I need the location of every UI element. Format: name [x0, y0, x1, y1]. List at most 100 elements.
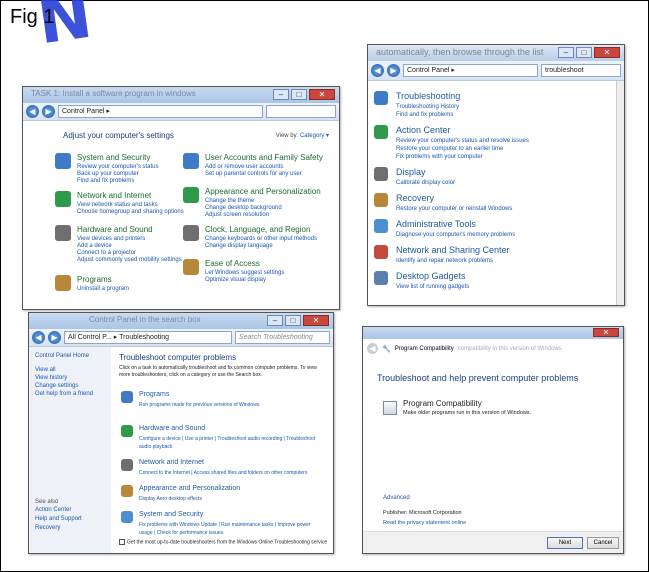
back-icon[interactable]: ◀ [371, 64, 384, 77]
result-link[interactable]: Fix problems with your computer [396, 153, 483, 161]
category-title[interactable]: System and Security [77, 153, 150, 162]
sidebar-item[interactable]: Control Panel Home [35, 353, 89, 359]
section-icon [121, 485, 133, 497]
category-title[interactable]: Appearance and Personalization [205, 187, 321, 196]
checkbox[interactable] [119, 539, 125, 545]
result-link[interactable]: Diagnose your computer's memory problems [396, 231, 515, 239]
category-link[interactable]: Set up parental controls for any user [205, 170, 302, 178]
section-icon [121, 425, 133, 437]
address-field[interactable]: All Control P... ▸ Troubleshooting [64, 331, 232, 344]
result-link[interactable]: Troubleshooting History [396, 103, 459, 111]
close-button[interactable]: ✕ [303, 315, 329, 326]
minimize-button[interactable]: – [267, 315, 283, 326]
category-link[interactable]: Choose homegroup and sharing options [77, 208, 184, 216]
see-also-item[interactable]: Action Center [35, 507, 71, 513]
section-title[interactable]: Programs [139, 391, 169, 398]
program-compatibility-icon [383, 401, 397, 415]
search-results-window: automatically, then browse through the l… [367, 44, 625, 306]
next-button[interactable]: Next [547, 537, 583, 549]
section-icon [121, 459, 133, 471]
forward-icon[interactable]: ▶ [42, 105, 55, 118]
category-title[interactable]: User Accounts and Family Safety [205, 153, 323, 162]
result-title[interactable]: Administrative Tools [396, 219, 476, 229]
forward-icon[interactable]: ▶ [48, 331, 61, 344]
publisher: Publisher: Microsoft Corporation [383, 510, 462, 516]
forward-icon[interactable]: ▶ [387, 64, 400, 77]
section-title[interactable]: System and Security [139, 511, 203, 518]
see-also-item[interactable]: Recovery [35, 525, 60, 531]
result-link[interactable]: View list of running gadgets [396, 283, 469, 291]
close-button[interactable]: ✕ [309, 89, 335, 100]
result-link[interactable]: Identify and repair network problems [396, 257, 493, 265]
category-title[interactable]: Ease of Access [205, 259, 260, 268]
result-link[interactable]: Find and fix problems [396, 111, 453, 119]
item-title[interactable]: Program Compatibility [403, 399, 482, 408]
maximize-button[interactable]: □ [285, 315, 301, 326]
category-title[interactable]: Hardware and Sound [77, 225, 153, 234]
caption-behind: Control Panel in the search box [89, 315, 201, 324]
section-links[interactable]: Display Aero desktop effects [139, 495, 319, 503]
category-link[interactable]: Optimize visual display [205, 276, 266, 284]
online-troubleshooters-option[interactable]: Get the most up-to-date troubleshooters … [119, 539, 327, 545]
cancel-button[interactable]: Cancel [587, 537, 619, 549]
advanced-link[interactable]: Advanced [383, 495, 410, 501]
address-field[interactable]: Control Panel ▸ [403, 64, 538, 77]
result-link[interactable]: Review your computer's status and resolv… [396, 137, 529, 145]
search-input[interactable]: Search Troubleshooting [235, 331, 330, 344]
category-icon [183, 225, 199, 241]
address-bar: ◀ ▶ Control Panel ▸ troubleshoot [368, 61, 624, 81]
section-title[interactable]: Network and Internet [139, 459, 204, 466]
result-title[interactable]: Action Center [396, 125, 451, 135]
wizard-header: ◀ 🔧 Program Compatibility compatibility … [367, 343, 562, 354]
see-also-label: See also [35, 499, 59, 505]
back-icon[interactable]: ◀ [367, 343, 378, 354]
category-title[interactable]: Programs [77, 275, 112, 284]
category-title[interactable]: Network and Internet [77, 191, 151, 200]
maximize-button[interactable]: □ [291, 89, 307, 100]
search-input[interactable] [266, 105, 336, 118]
result-link[interactable]: Restore your computer to an earlier time [396, 145, 503, 153]
publisher-label: Publisher: [383, 510, 408, 516]
result-link[interactable]: Calibrate display color [396, 179, 455, 187]
result-title[interactable]: Recovery [396, 193, 434, 203]
address-field[interactable]: Control Panel ▸ [58, 105, 263, 118]
section-links[interactable]: Run programs made for previous versions … [139, 401, 319, 409]
close-button[interactable]: ✕ [593, 328, 619, 337]
category-link[interactable]: Uninstall a program [77, 285, 129, 293]
item-description: Make older programs run in this version … [403, 410, 532, 416]
maximize-button[interactable]: □ [576, 47, 592, 58]
sidebar-item[interactable]: View history [35, 375, 67, 381]
view-by: View by: Category ▾ [276, 132, 329, 139]
result-title[interactable]: Network and Sharing Center [396, 245, 510, 255]
category-link[interactable]: Adjust commonly used mobility settings [77, 256, 182, 264]
section-title[interactable]: Hardware and Sound [139, 425, 205, 432]
see-also-item[interactable]: Help and Support [35, 516, 82, 522]
result-title[interactable]: Display [396, 167, 426, 177]
minimize-button[interactable]: – [273, 89, 289, 100]
close-button[interactable]: ✕ [594, 47, 620, 58]
view-by-dropdown[interactable]: Category ▾ [300, 133, 329, 139]
result-title[interactable]: Desktop Gadgets [396, 271, 466, 281]
privacy-link[interactable]: Read the privacy statement online [383, 520, 466, 526]
category-link[interactable]: Adjust screen resolution [205, 211, 269, 219]
sidebar-item[interactable]: View all [35, 367, 56, 373]
section-links[interactable]: Fix problems with Windows Update | Run m… [139, 521, 319, 537]
section-title[interactable]: Appearance and Personalization [139, 485, 240, 492]
result-title[interactable]: Troubleshooting [396, 91, 460, 101]
category-link[interactable]: Find and fix problems [77, 177, 134, 185]
back-icon[interactable]: ◀ [32, 331, 45, 344]
category-title[interactable]: Clock, Language, and Region [205, 225, 310, 234]
sidebar-item[interactable]: Change settings [35, 383, 78, 389]
back-icon[interactable]: ◀ [26, 105, 39, 118]
section-links[interactable]: Configure a device | Use a printer | Tro… [139, 435, 319, 451]
section-icon [121, 391, 133, 403]
category-link[interactable]: Change display language [205, 242, 273, 250]
search-input[interactable]: troubleshoot [541, 64, 621, 77]
caption-behind: compatibility in this version of Windows [457, 345, 562, 352]
title-bar: ✕ [363, 327, 623, 339]
sidebar-item[interactable]: Get help from a friend [35, 391, 93, 397]
minimize-button[interactable]: – [558, 47, 574, 58]
result-link[interactable]: Restore your computer or reinstall Windo… [396, 205, 512, 213]
section-links[interactable]: Connect to the Internet | Access shared … [139, 469, 319, 477]
scrollbar[interactable] [616, 81, 624, 305]
